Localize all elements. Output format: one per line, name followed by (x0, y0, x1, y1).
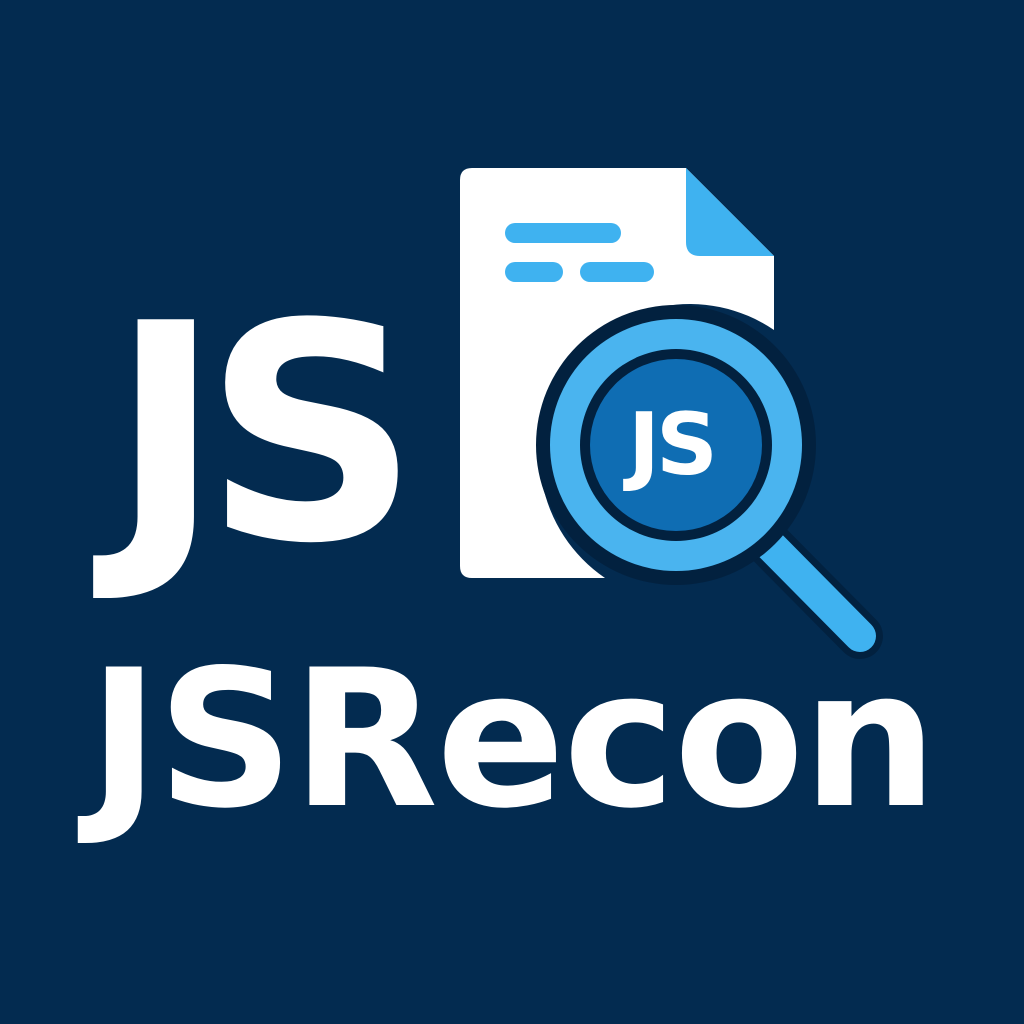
document-line (505, 262, 563, 282)
big-js-text: JS (110, 260, 420, 609)
document-line (505, 223, 621, 243)
document-line (580, 262, 654, 282)
wordmark: JSRecon (88, 629, 937, 850)
lens-js-text: JS (628, 395, 718, 495)
logo-canvas: JS JS JSRecon (0, 0, 1024, 1024)
